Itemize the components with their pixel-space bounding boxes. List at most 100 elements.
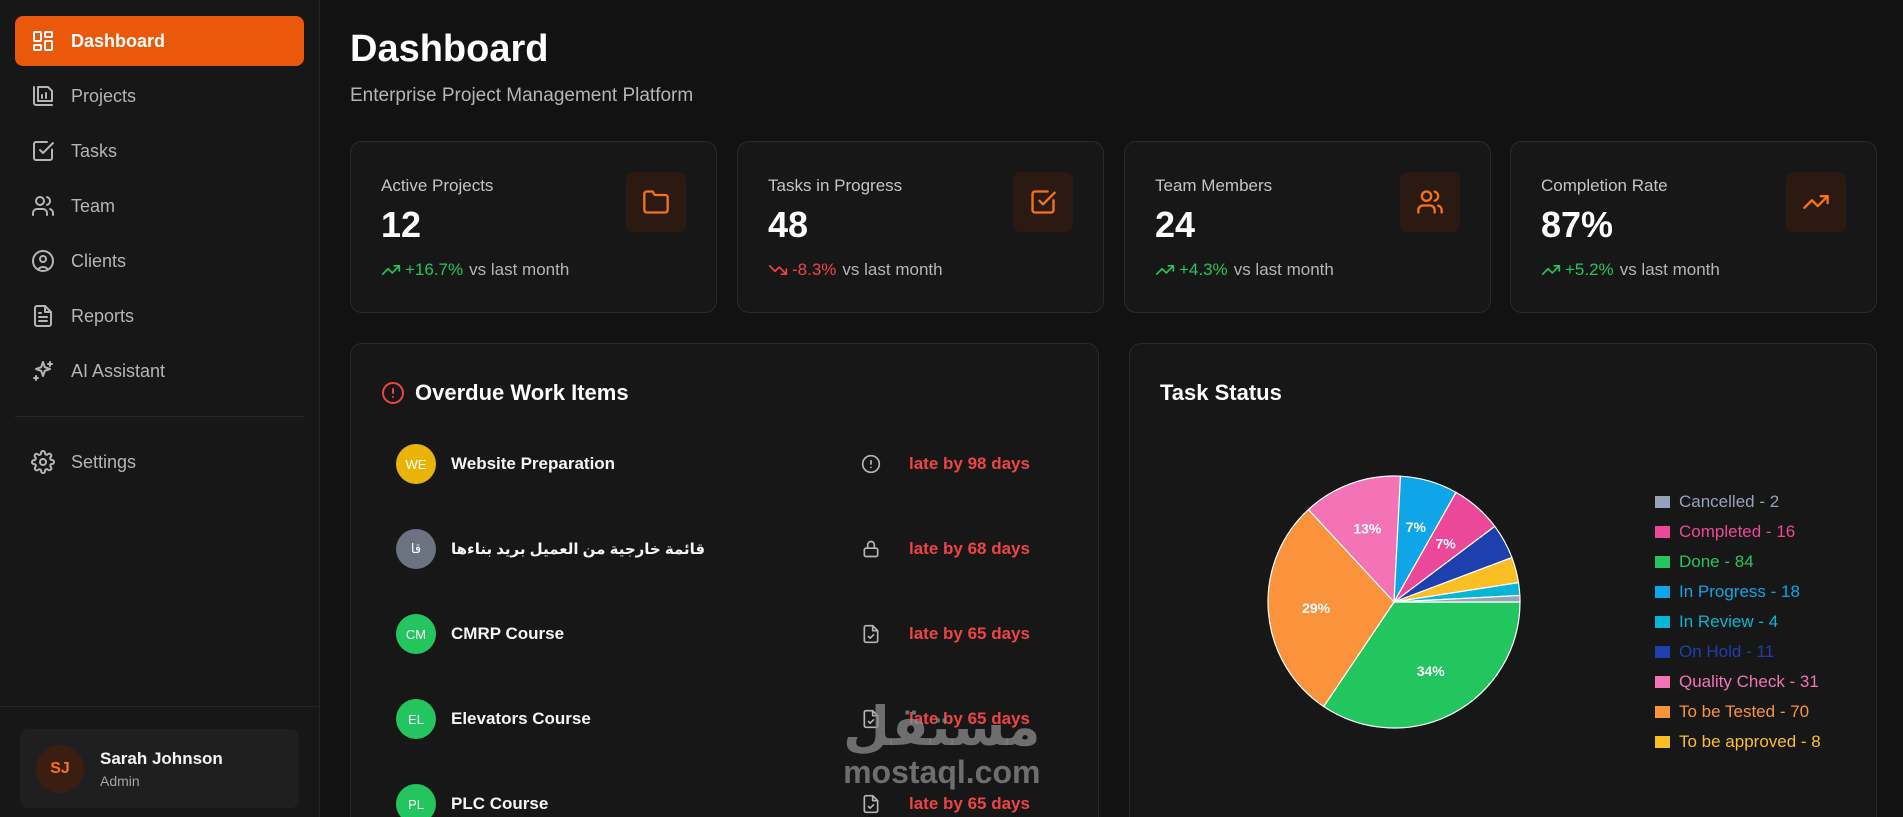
pie-slice-label: 13%	[1353, 521, 1382, 537]
sidebar-item-dashboard[interactable]: Dashboard	[15, 16, 304, 66]
legend-item[interactable]: In Progress - 18	[1655, 577, 1821, 607]
stat-value: 12	[381, 204, 422, 245]
work-item-avatar: PL	[396, 784, 436, 817]
alert-circle-icon	[860, 453, 882, 475]
tasks-icon	[31, 139, 55, 163]
work-item-name: Website Preparation	[451, 454, 616, 473]
pie-slice-label: 29%	[1302, 600, 1331, 616]
legend-swatch	[1655, 556, 1670, 568]
sidebar-item-label: Reports	[71, 305, 135, 326]
reports-icon	[31, 304, 55, 328]
legend-label: To be approved - 8	[1679, 732, 1821, 751]
trend-up-icon	[1541, 265, 1561, 275]
sidebar-item-clients[interactable]: Clients	[15, 236, 304, 286]
trend-up-icon	[381, 265, 401, 275]
legend-label: To be Tested - 70	[1679, 702, 1810, 721]
legend-label: On Hold - 11	[1679, 642, 1775, 661]
stat-icon-box	[1786, 172, 1846, 232]
stat-delta: +5.2%	[1565, 260, 1614, 279]
stat-icon-box	[626, 172, 686, 232]
file-check-icon	[860, 708, 882, 730]
stat-label: Team Members	[1155, 176, 1273, 195]
work-item-row[interactable]: EL Elevators Course late by 65 days	[396, 699, 1046, 739]
stat-delta-suffix: vs last month	[469, 260, 570, 279]
legend-item[interactable]: Done - 84	[1655, 547, 1821, 577]
legend-item[interactable]: Completed - 16	[1655, 517, 1821, 547]
stat-delta: +16.7%	[405, 260, 464, 279]
sidebar-item-ai-assistant[interactable]: AI Assistant	[15, 346, 304, 396]
stat-card-team-members: Team Members 24 +4.3% vs last month	[1124, 141, 1491, 313]
sidebar-item-label: Team	[71, 195, 116, 216]
stat-delta-suffix: vs last month	[1233, 260, 1334, 279]
stat-label: Active Projects	[381, 176, 494, 195]
user-role: Admin	[100, 772, 140, 789]
page-subtitle: Enterprise Project Management Platform	[350, 85, 694, 106]
work-item-avatar: EL	[396, 699, 436, 739]
work-item-avatar: CM	[396, 614, 436, 654]
dashboard-icon	[31, 29, 55, 53]
panel-title: Overdue Work Items	[381, 380, 629, 406]
work-item-late: late by 65 days	[909, 794, 1030, 813]
legend-swatch	[1655, 496, 1670, 508]
stat-change: +4.3% vs last month	[1155, 260, 1334, 280]
legend-item[interactable]: Cancelled - 2	[1655, 487, 1821, 517]
legend-label: Done - 84	[1679, 552, 1754, 571]
stat-value: 48	[768, 204, 809, 245]
stat-change: +16.7% vs last month	[381, 260, 569, 280]
work-item-name: CMRP Course	[451, 624, 565, 643]
lock-icon	[860, 538, 882, 560]
legend-item[interactable]: To be Tested - 70	[1655, 697, 1821, 727]
legend-label: Cancelled - 2	[1679, 492, 1780, 511]
stat-delta: -8.3%	[792, 260, 837, 279]
work-item-row[interactable]: قا قائمة خارجية من العميل بريد بناءها la…	[396, 529, 1046, 569]
work-item-late: late by 68 days	[909, 539, 1030, 558]
stat-icon-box	[1400, 172, 1460, 232]
trending-up-icon	[1803, 195, 1829, 209]
stat-delta-suffix: vs last month	[842, 260, 943, 279]
work-item-name: PLC Course	[451, 794, 549, 813]
sidebar: Dashboard Projects Tasks Team Clients Re…	[0, 0, 320, 817]
stat-delta: +4.3%	[1179, 260, 1228, 279]
sidebar-item-settings[interactable]: Settings	[15, 437, 304, 487]
work-item-late: late by 65 days	[909, 709, 1030, 728]
sidebar-item-reports[interactable]: Reports	[15, 291, 304, 341]
stat-card-completion-rate: Completion Rate 87% +5.2% vs last month	[1510, 141, 1877, 313]
chart-legend: Cancelled - 2 Completed - 16 Done - 84 In P…	[1655, 487, 1821, 757]
legend-item[interactable]: In Review - 4	[1655, 607, 1821, 637]
sidebar-item-team[interactable]: Team	[15, 181, 304, 231]
sidebar-footer-divider	[0, 706, 319, 707]
legend-label: Completed - 16	[1679, 522, 1796, 541]
pie-slice-label: 7%	[1435, 535, 1456, 551]
stat-change: -8.3% vs last month	[768, 260, 943, 280]
work-item-row[interactable]: WE Website Preparation late by 98 days	[396, 444, 1046, 484]
stat-value: 87%	[1541, 204, 1614, 245]
nav-divider	[15, 416, 304, 417]
legend-item[interactable]: On Hold - 11	[1655, 637, 1821, 667]
work-item-row[interactable]: PL PLC Course late by 65 days	[396, 784, 1046, 817]
stat-delta-suffix: vs last month	[1619, 260, 1720, 279]
sidebar-item-label: AI Assistant	[71, 360, 166, 381]
sidebar-item-projects[interactable]: Projects	[15, 71, 304, 121]
legend-item[interactable]: To be approved - 8	[1655, 727, 1821, 757]
legend-swatch	[1655, 526, 1670, 538]
alert-circle-icon	[382, 382, 404, 404]
legend-label: In Review - 4	[1679, 612, 1779, 631]
legend-label: Quality Check - 31	[1679, 672, 1819, 691]
sidebar-item-label: Clients	[71, 250, 127, 271]
panel-title: Task Status	[1160, 380, 1282, 405]
file-check-icon	[860, 623, 882, 645]
user-profile-card[interactable]: SJ Sarah Johnson Admin	[20, 729, 299, 808]
sidebar-item-label: Tasks	[71, 140, 118, 161]
overdue-work-items-panel: Overdue Work Items WE Website Preparatio…	[350, 343, 1099, 817]
sparkles-icon	[31, 359, 55, 383]
clients-icon	[31, 249, 55, 273]
sidebar-item-tasks[interactable]: Tasks	[15, 126, 304, 176]
sidebar-item-label: Settings	[71, 451, 137, 472]
pie-slice-label: 7%	[1406, 519, 1427, 535]
legend-item[interactable]: Quality Check - 31	[1655, 667, 1821, 697]
projects-icon	[31, 84, 55, 108]
team-icon	[31, 194, 55, 218]
work-item-row[interactable]: CM CMRP Course late by 65 days	[396, 614, 1046, 654]
trend-down-icon	[768, 265, 788, 275]
legend-swatch	[1655, 646, 1670, 658]
